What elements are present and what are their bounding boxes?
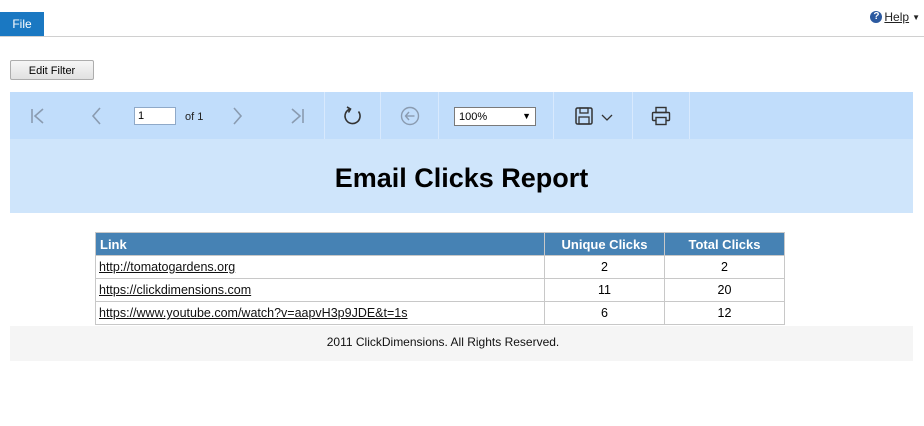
unique-clicks-cell: 6 [544, 301, 665, 325]
table-row: http://tomatogardens.org 2 2 [95, 255, 785, 279]
column-header-total-clicks: Total Clicks [664, 232, 785, 256]
report-link[interactable]: https://www.youtube.com/watch?v=aapvH3p9… [99, 306, 408, 320]
save-icon[interactable] [573, 105, 595, 127]
first-page-icon[interactable] [27, 105, 49, 127]
toolbar-divider [632, 92, 633, 139]
table-header-row: Link Unique Clicks Total Clicks [95, 232, 785, 256]
link-cell: http://tomatogardens.org [95, 255, 545, 279]
help-menu[interactable]: ? Help ▼ [870, 10, 920, 24]
report-header: Email Clicks Report [10, 139, 913, 213]
unique-clicks-cell: 11 [544, 278, 665, 302]
link-cell: https://www.youtube.com/watch?v=aapvH3p9… [95, 301, 545, 325]
previous-page-icon[interactable] [86, 105, 108, 127]
table-row: https://www.youtube.com/watch?v=aapvH3p9… [95, 301, 785, 325]
total-clicks-cell: 2 [664, 255, 785, 279]
report-link[interactable]: https://clickdimensions.com [99, 283, 251, 297]
top-bar: File ? Help ▼ [0, 0, 924, 37]
table-row: https://clickdimensions.com 11 20 [95, 278, 785, 302]
report-link[interactable]: http://tomatogardens.org [99, 260, 235, 274]
zoom-select[interactable]: 100% ▼ [454, 107, 536, 126]
help-label: Help [884, 10, 910, 24]
link-cell: https://clickdimensions.com [95, 278, 545, 302]
report-footer: 2011 ClickDimensions. All Rights Reserve… [10, 326, 913, 361]
toolbar-divider [380, 92, 381, 139]
chevron-down-icon: ▼ [522, 111, 531, 121]
copyright-text: 2011 ClickDimensions. All Rights Reserve… [326, 335, 560, 349]
column-header-link: Link [95, 232, 545, 256]
help-circle-icon: ? [870, 11, 883, 23]
next-page-icon[interactable] [226, 105, 248, 127]
refresh-icon[interactable] [342, 105, 364, 127]
column-header-unique-clicks: Unique Clicks [544, 232, 665, 256]
report-toolbar: of 1 100% ▼ [10, 92, 913, 139]
save-dropdown-chevron-icon[interactable] [596, 105, 613, 127]
page-count-label: of 1 [185, 111, 204, 123]
clicks-table: Link Unique Clicks Total Clicks http://t… [95, 232, 785, 325]
zoom-value: 100% [459, 111, 488, 123]
toolbar-divider [438, 92, 439, 139]
unique-clicks-cell: 2 [544, 255, 665, 279]
report-title: Email Clicks Report [334, 163, 589, 193]
toolbar-divider [689, 92, 690, 139]
edit-filter-button[interactable]: Edit Filter [10, 60, 94, 80]
print-icon[interactable] [650, 105, 672, 127]
total-clicks-cell: 12 [664, 301, 785, 325]
file-menu-tab[interactable]: File [0, 12, 44, 36]
chevron-down-icon: ▼ [912, 12, 920, 22]
page-number-input[interactable] [134, 107, 176, 125]
total-clicks-cell: 20 [664, 278, 785, 302]
toolbar-divider [553, 92, 554, 139]
last-page-icon[interactable] [286, 105, 308, 127]
toolbar-divider [324, 92, 325, 139]
back-icon[interactable] [399, 105, 421, 127]
